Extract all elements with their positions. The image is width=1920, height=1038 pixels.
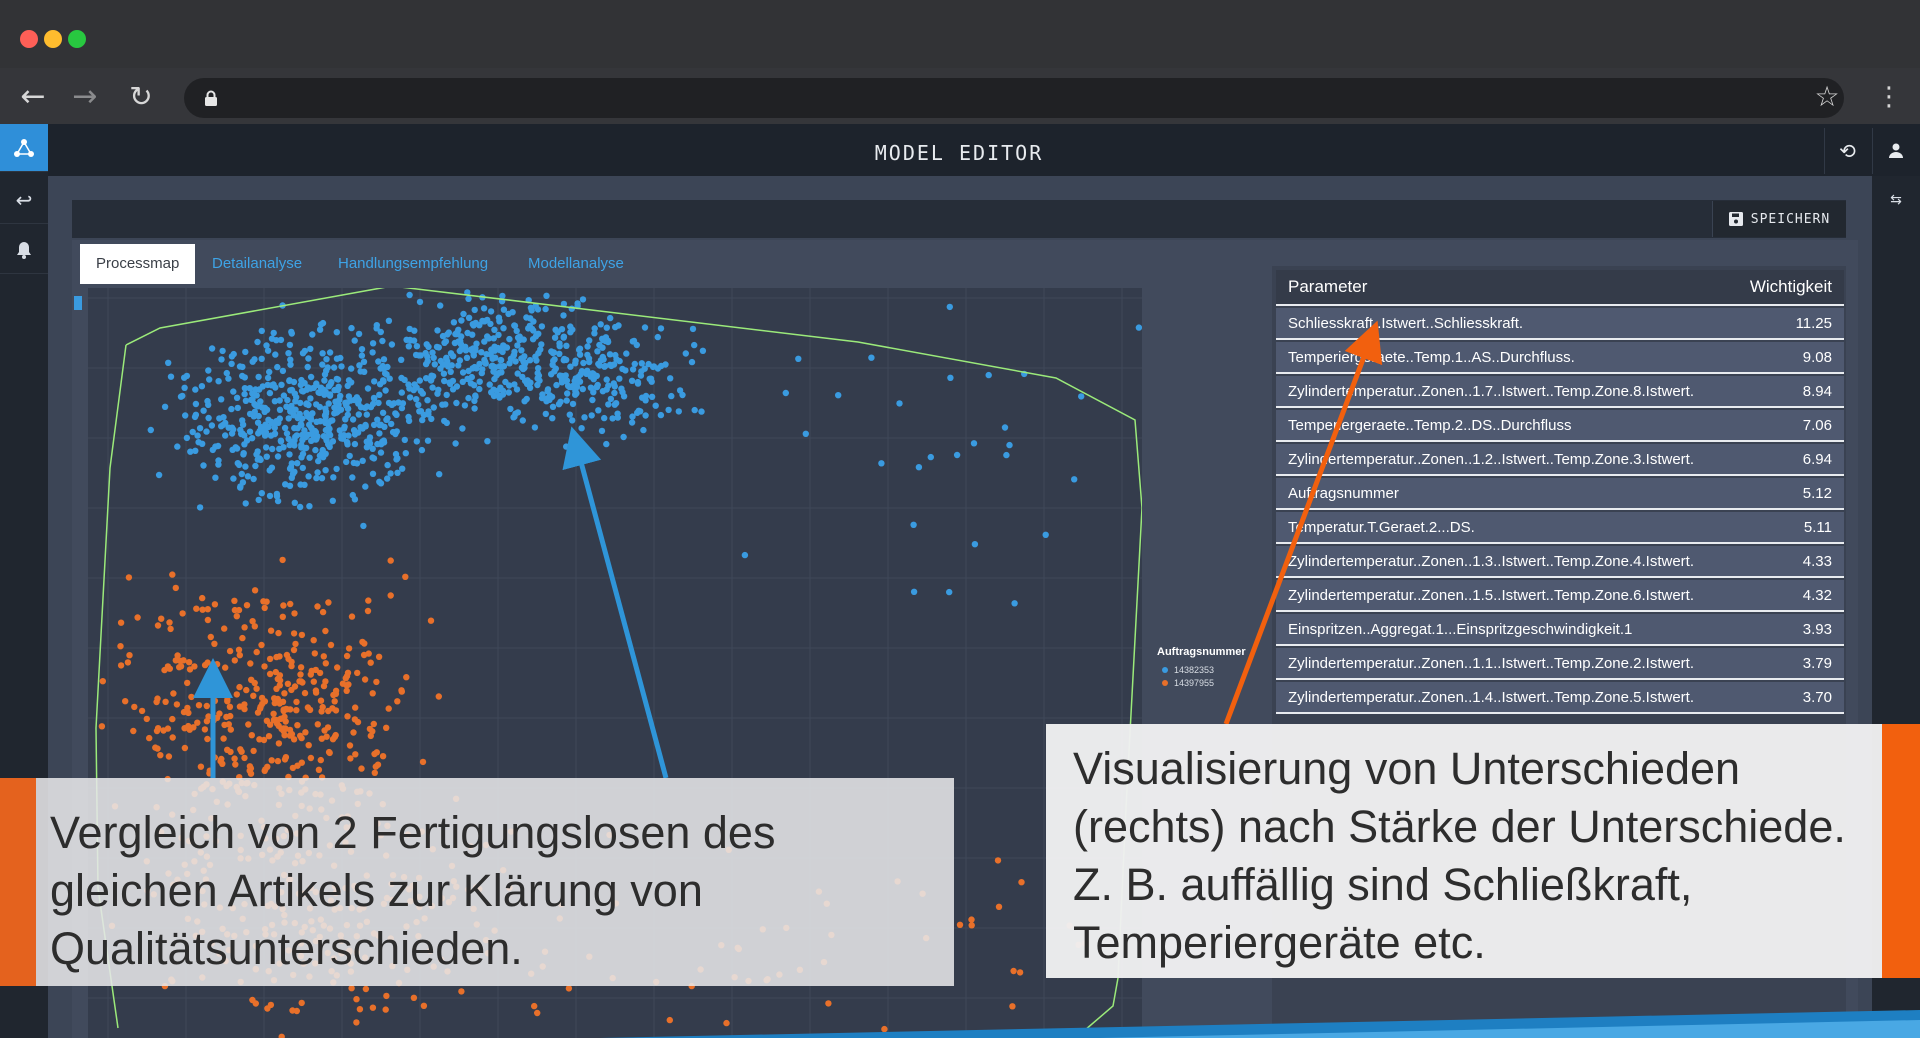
callout-accent-left [0, 778, 36, 986]
decorative-blue-band [600, 1010, 1920, 1038]
callout-right: Visualisierung von Unterschieden (rechts… [1046, 724, 1882, 978]
arrow-to-schliesskraft-row [1223, 320, 1383, 725]
callout-accent-right [1882, 724, 1920, 978]
arrow-to-blue-cluster [562, 426, 669, 779]
callout-left: Vergleich von 2 Fertigungslosen des glei… [36, 778, 954, 986]
